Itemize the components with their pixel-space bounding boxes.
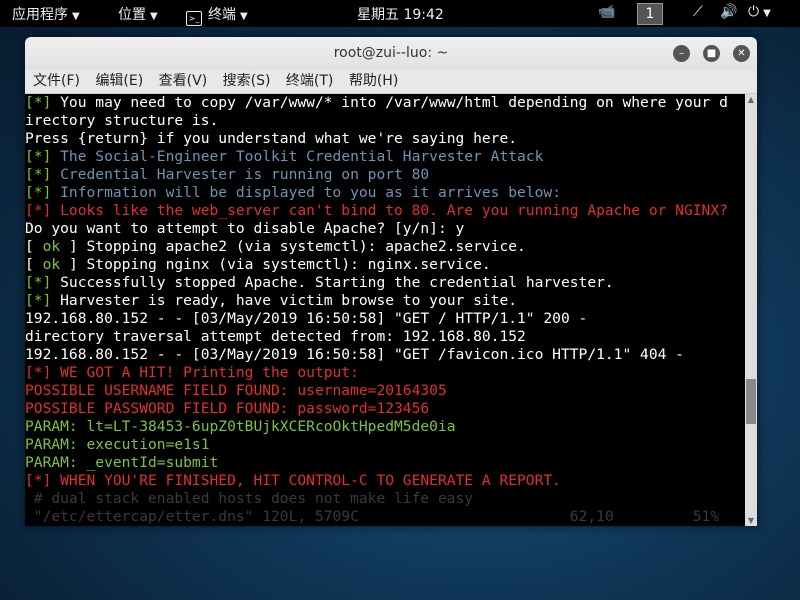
terminal-text: PARAM: _eventId=submit — [25, 454, 219, 471]
terminal-text: [*] Looks like the web_server can't bind… — [25, 202, 728, 219]
terminal-line: [*] You may need to copy /var/www/* into… — [25, 94, 745, 112]
chevron-down-icon: ▼ — [763, 8, 771, 19]
terminal-line: [*] The Social-Engineer Toolkit Credenti… — [25, 148, 745, 166]
terminal-line: PARAM: _eventId=submit — [25, 454, 745, 472]
terminal-line: directory traversal attempt detected fro… — [25, 328, 745, 346]
terminal-text: ok — [42, 238, 61, 255]
terminal-text: 192.168.80.152 - - [03/May/2019 16:50:58… — [25, 346, 684, 363]
terminal-line: irectory structure is. — [25, 112, 745, 130]
terminal-window: root@zui--luo: ~ – ■ ✕ 文件(F) 编辑(E) 查看(V)… — [25, 37, 757, 526]
terminal-text: [*] — [25, 148, 52, 165]
close-button[interactable]: ✕ — [733, 45, 750, 62]
terminal-text: Press {return} if you understand what we… — [25, 130, 518, 147]
scrollbar[interactable]: ▲ ▼ — [745, 94, 757, 526]
title-bar[interactable]: root@zui--luo: ~ – ■ ✕ — [25, 37, 757, 70]
volume-icon[interactable]: 🔊 — [720, 4, 737, 20]
terminal-text: PARAM: lt=LT-38453-6upZ0tBUjkXCERcoOktHp… — [25, 418, 456, 435]
terminal-line: [*] WHEN YOU'RE FINISHED, HIT CONTROL-C … — [25, 472, 745, 490]
terminal-line: PARAM: execution=e1s1 — [25, 436, 745, 454]
chevron-down-icon: ▼ — [72, 11, 80, 22]
menu-view[interactable]: 查看(V) — [159, 73, 208, 89]
terminal-icon: >_ — [186, 11, 202, 26]
terminal-text: POSSIBLE PASSWORD FIELD FOUND: password=… — [25, 400, 430, 417]
terminal-text: Successfully stopped Apache. Starting th… — [51, 274, 614, 291]
terminal-text: You may need to copy /var/www/* into /va… — [51, 94, 728, 111]
terminal-line: PARAM: lt=LT-38453-6upZ0tBUjkXCERcoOktHp… — [25, 418, 745, 436]
minimize-button[interactable]: – — [673, 45, 690, 62]
terminal-text: [*] — [25, 184, 52, 201]
terminal-line: [ ok ] Stopping apache2 (via systemctl):… — [25, 238, 745, 256]
terminal-line: [*] Successfully stopped Apache. Startin… — [25, 274, 745, 292]
network-icon[interactable]: ⟋ — [693, 4, 703, 20]
menu-file[interactable]: 文件(F) — [33, 73, 80, 89]
menu-terminal[interactable]: 终端(T) — [286, 73, 333, 89]
terminal-text: [*] WHEN YOU'RE FINISHED, HIT CONTROL-C … — [25, 472, 561, 489]
terminal-text: [ — [25, 256, 43, 273]
terminal-text: The Social-Engineer Toolkit Credential H… — [51, 148, 544, 165]
terminal-text: ] Stopping apache2 (via systemctl): apac… — [60, 238, 526, 255]
menu-edit[interactable]: 编辑(E) — [95, 73, 143, 89]
terminal-text: Information will be displayed to you as … — [51, 184, 561, 201]
window-title: root@zui--luo: ~ — [333, 45, 449, 61]
scroll-down-icon[interactable]: ▼ — [745, 516, 757, 525]
maximize-button[interactable]: ■ — [703, 45, 720, 62]
scrollbar-thumb[interactable] — [746, 379, 756, 424]
places-menu[interactable]: 位置 ▼ — [118, 4, 158, 24]
terminal-text: [*] WE GOT A HIT! Printing the output: — [25, 364, 359, 381]
applications-menu[interactable]: 应用程序 ▼ — [12, 4, 80, 24]
terminal-app-menu[interactable]: >_ 终端 ▼ — [186, 4, 248, 26]
terminal-text: ] Stopping nginx (via systemctl): nginx.… — [60, 256, 491, 273]
terminal-line: POSSIBLE USERNAME FIELD FOUND: username=… — [25, 382, 745, 400]
chevron-down-icon: ▼ — [240, 11, 248, 22]
terminal-text: 192.168.80.152 - - [03/May/2019 16:50:58… — [25, 310, 588, 327]
terminal-line: [*] Harvester is ready, have victim brow… — [25, 292, 745, 310]
terminal-text: [*] — [25, 274, 52, 291]
terminal-line: [*] Looks like the web_server can't bind… — [25, 202, 745, 220]
terminal-text: [*] — [25, 94, 52, 111]
terminal-text: "/etc/ettercap/etter.dns" 120L, 5709C 62… — [25, 508, 720, 525]
terminal-line: Do you want to attempt to disable Apache… — [25, 220, 745, 238]
terminal-line: [*] Credential Harvester is running on p… — [25, 166, 745, 184]
terminal-text: # dual stack enabled hosts does not make… — [25, 490, 474, 507]
top-panel: 应用程序 ▼ 位置 ▼ >_ 终端 ▼ 星期五 19:42 📹 1 ⟋ 🔊 ⏻ ▼ — [0, 0, 800, 27]
terminal-text: POSSIBLE USERNAME FIELD FOUND: username=… — [25, 382, 447, 399]
terminal-text: ok — [42, 256, 61, 273]
terminal-text: [ — [25, 238, 43, 255]
camera-icon[interactable]: 📹 — [598, 4, 615, 20]
terminal-text: Harvester is ready, have victim browse t… — [51, 292, 518, 309]
terminal-text: Do you want to attempt to disable Apache… — [25, 220, 465, 237]
terminal-line: 192.168.80.152 - - [03/May/2019 16:50:58… — [25, 346, 745, 364]
terminal-line: [ ok ] Stopping nginx (via systemctl): n… — [25, 256, 745, 274]
terminal-line: Press {return} if you understand what we… — [25, 130, 745, 148]
menu-search[interactable]: 搜索(S) — [223, 73, 271, 89]
terminal-output[interactable]: [*] You may need to copy /var/www/* into… — [25, 94, 745, 526]
terminal-line: 192.168.80.152 - - [03/May/2019 16:50:58… — [25, 310, 745, 328]
terminal-text: directory traversal attempt detected fro… — [25, 328, 526, 345]
power-icon[interactable]: ⏻ ▼ — [748, 4, 771, 20]
terminal-line: # dual stack enabled hosts does not make… — [25, 490, 745, 508]
menu-bar: 文件(F) 编辑(E) 查看(V) 搜索(S) 终端(T) 帮助(H) — [25, 70, 757, 94]
terminal-text: [*] — [25, 166, 52, 183]
clock[interactable]: 星期五 19:42 — [357, 4, 444, 24]
terminal-text: [*] — [25, 292, 52, 309]
chevron-down-icon: ▼ — [150, 11, 158, 22]
terminal-text: irectory structure is. — [25, 112, 219, 129]
scroll-up-icon[interactable]: ▲ — [745, 95, 757, 104]
terminal-text: Credential Harvester is running on port … — [51, 166, 430, 183]
terminal-line: [*] Information will be displayed to you… — [25, 184, 745, 202]
workspace-indicator[interactable]: 1 — [637, 3, 663, 25]
terminal-line: "/etc/ettercap/etter.dns" 120L, 5709C 62… — [25, 508, 745, 526]
terminal-line: POSSIBLE PASSWORD FIELD FOUND: password=… — [25, 400, 745, 418]
menu-help[interactable]: 帮助(H) — [349, 73, 398, 89]
terminal-text: PARAM: execution=e1s1 — [25, 436, 210, 453]
terminal-line: [*] WE GOT A HIT! Printing the output: — [25, 364, 745, 382]
